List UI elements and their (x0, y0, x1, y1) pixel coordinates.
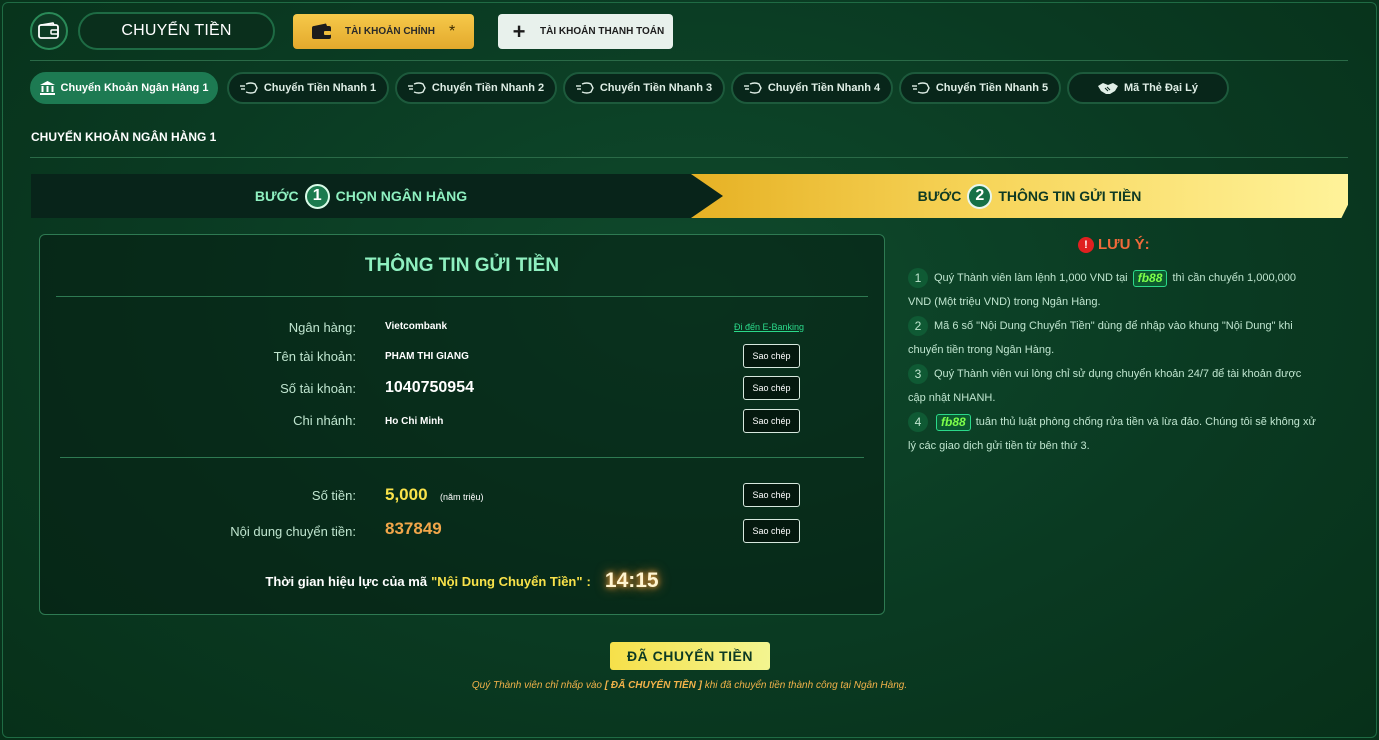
account-name-value: PHAM THI GIANG (385, 351, 469, 362)
main-account-mark: * (449, 22, 456, 40)
branch-value: Ho Chi Minh (385, 416, 444, 427)
fast-transfer-icon (575, 82, 594, 94)
bank-value: Vietcombank (385, 321, 448, 332)
note-text: Quý Thành viên làm lệnh 1,000 VND tại (934, 272, 1128, 284)
tab-fast-transfer-3[interactable]: Chuyển Tiền Nhanh 3 (563, 72, 725, 104)
tab-label: Chuyển Tiền Nhanh 1 (263, 82, 377, 94)
header: CHUYỂN TIỀN TÀI KHOẢN CHÍNH * + TÀI KHOẢ… (30, 12, 1348, 50)
tab-label: Chuyển Tiền Nhanh 4 (767, 82, 881, 94)
payment-account-label: TÀI KHOẢN THANH TOÁN (540, 26, 665, 37)
bank-icon (39, 81, 55, 95)
copy-branch-button[interactable]: Sao chép (743, 409, 800, 433)
branch-label: Chi nhánh: (293, 413, 356, 428)
divider (30, 157, 1348, 158)
tab-fast-transfer-5[interactable]: Chuyển Tiền Nhanh 5 (899, 72, 1061, 104)
copy-content-button[interactable]: Sao chép (743, 519, 800, 543)
copy-account-number-button[interactable]: Sao chép (743, 376, 800, 400)
step-2: BƯỚC 2 THÔNG TIN GỬI TIỀN (691, 174, 1348, 218)
note-number: 1 (908, 268, 928, 289)
divider (30, 60, 1348, 61)
panel-title: THÔNG TIN GỬI TIỀN (364, 255, 560, 276)
wallet-icon (312, 23, 331, 39)
step-number: 2 (967, 183, 993, 209)
step-prefix: BƯỚC (254, 188, 299, 204)
note-item: 3 Quý Thành viên vui lòng chỉ sử dụng chu… (908, 362, 1318, 410)
step-indicator: BƯỚC 1 CHỌN NGÂN HÀNG BƯỚC 2 THÔNG TIN G… (31, 174, 1348, 218)
notes-title-label: LƯU Ý: (1098, 236, 1150, 253)
section-title: CHUYỂN KHOẢN NGÂN HÀNG 1 (31, 130, 217, 144)
note-text: Mã 6 số "Nội Dung Chuyển Tiền" dùng để n… (908, 320, 1293, 356)
step-number: 1 (304, 183, 330, 209)
fb88-logo: fb88 (936, 413, 971, 431)
tab-label: Mã Thẻ Đại Lý (1124, 82, 1198, 94)
step-prefix: BƯỚC (917, 188, 962, 204)
account-name-label: Tên tài khoản: (273, 349, 356, 364)
content-value: 837849 (385, 519, 442, 538)
tab-fast-transfer-2[interactable]: Chuyển Tiền Nhanh 2 (395, 72, 557, 104)
amount-value: 5,000 (385, 485, 428, 504)
footnote: Quý Thành viên chỉ nhấp vào [ ĐÃ CHUYỂN … (0, 680, 1379, 691)
copy-amount-button[interactable]: Sao chép (743, 483, 800, 507)
plus-icon: + (512, 18, 526, 44)
footnote-highlight: [ ĐÃ CHUYỂN TIỀN ] (604, 680, 702, 691)
validity-quote: "Nội Dung Chuyển Tiền" (431, 573, 583, 589)
bank-label: Ngân hàng: (288, 320, 356, 335)
validity-prefix: Thời gian hiệu lực của mã (265, 573, 428, 589)
payment-account-button[interactable]: + TÀI KHOẢN THANH TOÁN (498, 14, 673, 49)
amount-words: (năm triệu) (440, 492, 484, 502)
step-1[interactable]: BƯỚC 1 CHỌN NGÂN HÀNG (31, 174, 731, 218)
page-title: CHUYỂN TIỀN (78, 12, 275, 50)
tab-fast-transfer-1[interactable]: Chuyển Tiền Nhanh 1 (227, 72, 389, 104)
amount-label: Số tiền: (311, 488, 356, 503)
tab-label: Chuyển Khoản Ngân Hàng 1 (60, 82, 209, 94)
notes-list: 1 Quý Thành viên làm lệnh 1,000 VND tại f… (908, 266, 1318, 458)
tab-label: Chuyển Tiền Nhanh 3 (599, 82, 713, 94)
main-account-label: TÀI KHOẢN CHÍNH (345, 26, 435, 37)
tab-agent-card-code[interactable]: Mã Thẻ Đại Lý (1067, 72, 1229, 104)
step-label: CHỌN NGÂN HÀNG (335, 188, 468, 204)
notes-title: ! LƯU Ý: (1078, 236, 1150, 253)
fast-transfer-icon (239, 82, 258, 94)
countdown-timer: 14:15 (604, 569, 659, 592)
fast-transfer-icon (407, 82, 426, 94)
account-number-label: Số tài khoản: (280, 381, 356, 396)
main-account-button[interactable]: TÀI KHOẢN CHÍNH * (293, 14, 474, 49)
account-number-value: 1040750954 (385, 379, 474, 396)
tab-label: Chuyển Tiền Nhanh 2 (431, 82, 545, 94)
tab-label: Chuyển Tiền Nhanh 5 (935, 82, 1049, 94)
fast-transfer-icon (911, 82, 930, 94)
footnote-before: Quý Thành viên chỉ nhấp vào (471, 680, 602, 691)
divider (56, 296, 868, 297)
validity-suffix: : (586, 573, 591, 589)
note-text: Quý Thành viên vui lòng chỉ sử dụng chuy… (908, 368, 1302, 404)
note-item: 1 Quý Thành viên làm lệnh 1,000 VND tại f… (908, 266, 1318, 314)
wallet-icon (30, 12, 68, 50)
tab-bank-transfer-1[interactable]: Chuyển Khoản Ngân Hàng 1 (30, 72, 218, 104)
transferred-button[interactable]: ĐÃ CHUYỂN TIỀN (610, 642, 770, 670)
copy-account-name-button[interactable]: Sao chép (743, 344, 800, 368)
note-number: 2 (908, 316, 928, 337)
note-item: 4 fb88 tuân thủ luật phòng chống rửa tiền… (908, 410, 1318, 458)
divider (60, 457, 864, 458)
content-label: Nội dung chuyển tiền: (230, 524, 356, 539)
tab-fast-transfer-4[interactable]: Chuyển Tiền Nhanh 4 (731, 72, 893, 104)
warning-icon: ! (1078, 236, 1094, 253)
note-number: 4 (908, 412, 928, 433)
ebanking-link[interactable]: Đi đến E-Banking (734, 322, 804, 332)
step-label: THÔNG TIN GỬI TIỀN (998, 188, 1142, 204)
note-item: 2 Mã 6 số "Nội Dung Chuyển Tiền" dùng để … (908, 314, 1318, 362)
deposit-info-panel: THÔNG TIN GỬI TIỀN Ngân hàng: Vietcomban… (39, 234, 885, 615)
code-validity: Thời gian hiệu lực của mã "Nội Dung Chuy… (40, 569, 884, 593)
note-number: 3 (908, 364, 928, 385)
handshake-icon (1098, 82, 1119, 94)
fb88-logo: fb88 (1132, 269, 1168, 287)
footnote-after: khi đã chuyển tiền thành công tại Ngân H… (704, 680, 908, 691)
fast-transfer-icon (743, 82, 762, 94)
